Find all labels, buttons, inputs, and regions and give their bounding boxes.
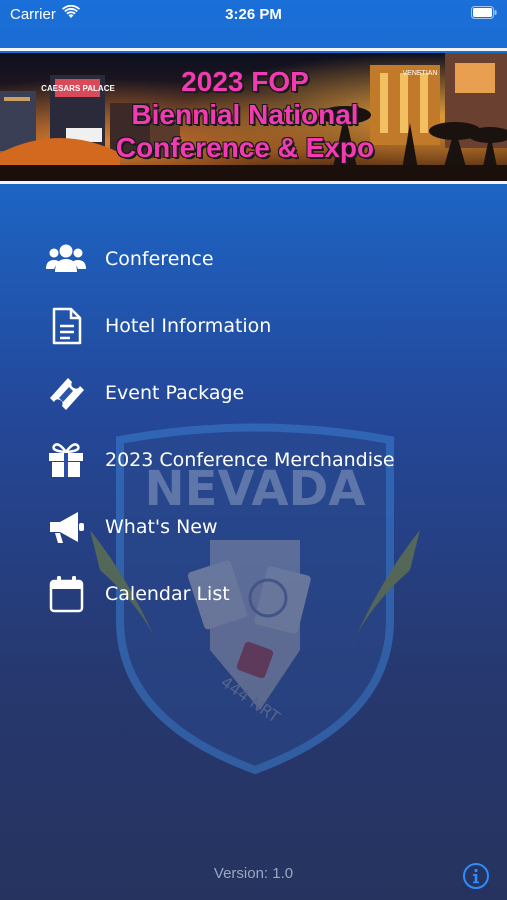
menu-item-whats-new[interactable]: What's New <box>46 502 466 552</box>
status-bar: Carrier 3:26 PM <box>0 0 507 30</box>
menu-item-calendar-list[interactable]: Calendar List <box>46 569 466 619</box>
menu-item-label: Event Package <box>105 382 245 404</box>
document-icon <box>52 307 82 345</box>
banner-title-line3: Conference & Expo <box>115 132 375 163</box>
ticket-icon <box>50 378 84 410</box>
banner-divider <box>0 181 507 184</box>
menu-item-label: Hotel Information <box>105 315 272 337</box>
menu-item-label: Conference <box>105 248 214 270</box>
menu-item-event-package[interactable]: Event Package <box>46 368 466 418</box>
banner-title-line2: Biennial National <box>131 99 359 130</box>
menu-item-label: 2023 Conference Merchandise <box>105 449 395 471</box>
menu-item-conference[interactable]: Conference <box>46 234 466 284</box>
status-time: 3:26 PM <box>225 6 282 23</box>
menu-item-conference-merchandise[interactable]: 2023 Conference Merchandise <box>46 435 466 485</box>
conference-banner: CAESARS PALACE VENETIAN 2023 FOP Biennia… <box>0 53 507 181</box>
header-divider <box>0 48 507 51</box>
banner-title: 2023 FOP Biennial National Conference & … <box>95 65 395 164</box>
info-icon[interactable] <box>462 862 490 890</box>
battery-icon <box>471 6 497 19</box>
menu-item-label: Calendar List <box>105 583 230 605</box>
menu-item-label: What's New <box>105 516 218 538</box>
banner-title-line1: 2023 FOP <box>181 66 309 97</box>
gift-icon <box>49 443 83 477</box>
megaphone-icon <box>50 512 84 543</box>
calendar-icon <box>49 576 84 613</box>
people-group-icon <box>46 244 86 272</box>
version-label: Version: 1.0 <box>213 865 294 882</box>
menu-item-hotel-information[interactable]: Hotel Information <box>46 301 466 351</box>
svg-text:VENETIAN: VENETIAN <box>402 70 437 77</box>
